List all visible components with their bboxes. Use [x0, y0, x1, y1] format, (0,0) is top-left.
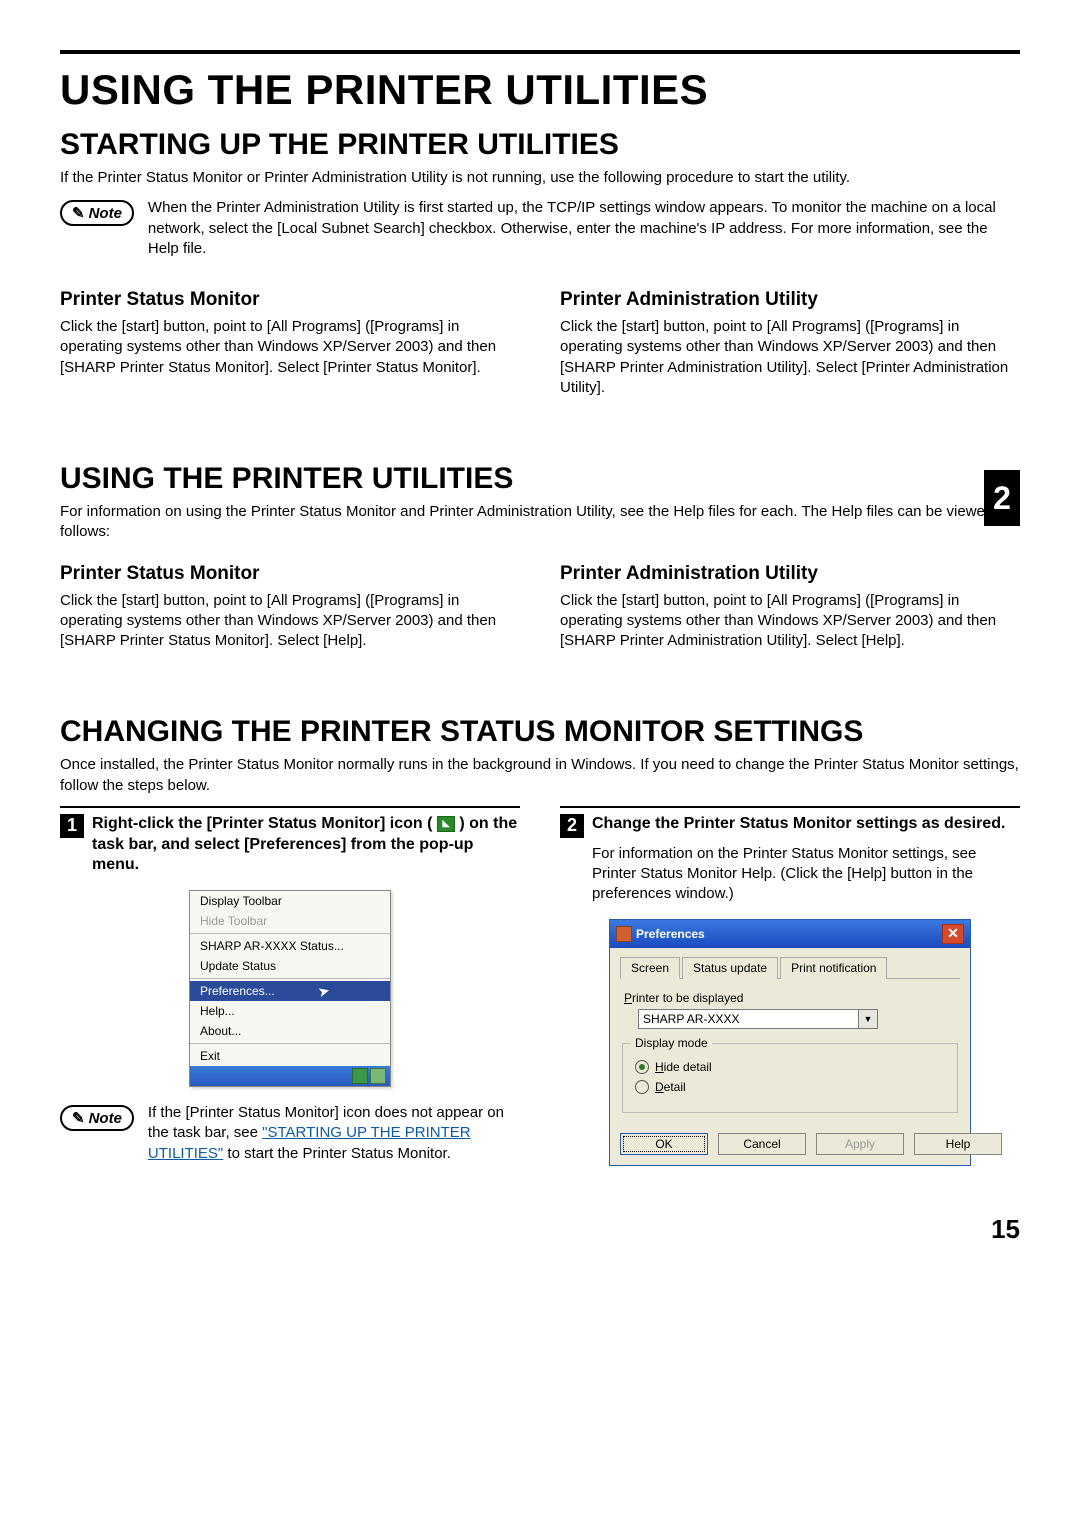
context-menu: Display Toolbar Hide Toolbar SHARP AR-XX…: [189, 890, 391, 1087]
top-rule: [60, 50, 1020, 54]
step-number-2: 2: [560, 814, 584, 838]
tray-network-icon: [352, 1068, 368, 1084]
note-block-1: Note When the Printer Administration Uti…: [60, 198, 1020, 259]
sec1-left-body: Click the [start] button, point to [All …: [60, 317, 520, 378]
section3-intro: Once installed, the Printer Status Monit…: [60, 755, 1020, 796]
apply-button: Apply: [816, 1133, 904, 1155]
sec2-right-body: Click the [start] button, point to [All …: [560, 591, 1020, 652]
page-title: USING THE PRINTER UTILITIES: [60, 66, 1020, 114]
section1-heading: STARTING UP THE PRINTER UTILITIES: [60, 128, 1020, 162]
radio-detail[interactable]: [635, 1080, 649, 1094]
sec2-right-heading: Printer Administration Utility: [560, 563, 1020, 585]
display-mode-group: Display mode Hide detail Detail: [622, 1043, 958, 1113]
dialog-title: Preferences: [636, 927, 705, 941]
sec2-left-body: Click the [start] button, point to [All …: [60, 591, 520, 652]
ok-button[interactable]: OK: [620, 1133, 708, 1155]
sec1-left-heading: Printer Status Monitor: [60, 289, 520, 311]
close-button[interactable]: ✕: [942, 924, 964, 944]
step1-title: Right-click the [Printer Status Monitor]…: [92, 814, 520, 876]
cursor-icon: ➤: [316, 982, 332, 1001]
display-mode-legend: Display mode: [631, 1036, 712, 1050]
menu-display-toolbar[interactable]: Display Toolbar: [190, 891, 390, 911]
help-button[interactable]: Help: [914, 1133, 1002, 1155]
section2-intro: For information on using the Printer Sta…: [60, 502, 1020, 543]
tab-screen[interactable]: Screen: [620, 957, 680, 979]
radio-hide-detail-label: Hide detail: [655, 1060, 712, 1074]
tab-status-update[interactable]: Status update: [682, 957, 778, 979]
note2-text: If the [Printer Status Monitor] icon doe…: [148, 1103, 520, 1164]
taskbar: [190, 1066, 390, 1086]
sec1-right-heading: Printer Administration Utility: [560, 289, 1020, 311]
step2-title: Change the Printer Status Monitor settin…: [592, 814, 1005, 835]
tab-print-notification[interactable]: Print notification: [780, 957, 887, 979]
menu-exit[interactable]: Exit: [190, 1046, 390, 1066]
menu-preferences[interactable]: Preferences... ➤: [190, 981, 390, 1001]
note-text: When the Printer Administration Utility …: [148, 198, 1020, 259]
printer-label: Printer to be displayed: [624, 991, 960, 1005]
note-block-2: Note If the [Printer Status Monitor] ico…: [60, 1103, 520, 1164]
sec2-left-heading: Printer Status Monitor: [60, 563, 520, 585]
tray-printer-icon[interactable]: [370, 1068, 386, 1084]
preferences-dialog: Preferences ✕ Screen Status update Print…: [609, 919, 971, 1166]
step-number-1: 1: [60, 814, 84, 838]
dropdown-button[interactable]: ▼: [859, 1009, 878, 1029]
step2-body: For information on the Printer Status Mo…: [592, 844, 1020, 905]
printer-status-tray-icon: ◣: [437, 816, 455, 832]
menu-hide-toolbar: Hide Toolbar: [190, 911, 390, 931]
menu-about[interactable]: About...: [190, 1021, 390, 1041]
page-number: 15: [60, 1214, 1020, 1245]
menu-status[interactable]: SHARP AR-XXXX Status...: [190, 936, 390, 956]
cancel-button[interactable]: Cancel: [718, 1133, 806, 1155]
note-badge: Note: [60, 200, 134, 226]
radio-hide-detail[interactable]: [635, 1060, 649, 1074]
sec1-right-body: Click the [start] button, point to [All …: [560, 317, 1020, 398]
menu-help[interactable]: Help...: [190, 1001, 390, 1021]
printer-select[interactable]: [638, 1009, 859, 1029]
chapter-tab: 2: [984, 470, 1020, 526]
dialog-icon: [616, 926, 632, 942]
section1-intro: If the Printer Status Monitor or Printer…: [60, 168, 1020, 188]
section3-heading: CHANGING THE PRINTER STATUS MONITOR SETT…: [60, 715, 1020, 749]
section2-heading: USING THE PRINTER UTILITIES: [60, 462, 1020, 496]
note-badge-2: Note: [60, 1105, 134, 1131]
menu-update-status[interactable]: Update Status: [190, 956, 390, 976]
radio-detail-label: Detail: [655, 1080, 686, 1094]
